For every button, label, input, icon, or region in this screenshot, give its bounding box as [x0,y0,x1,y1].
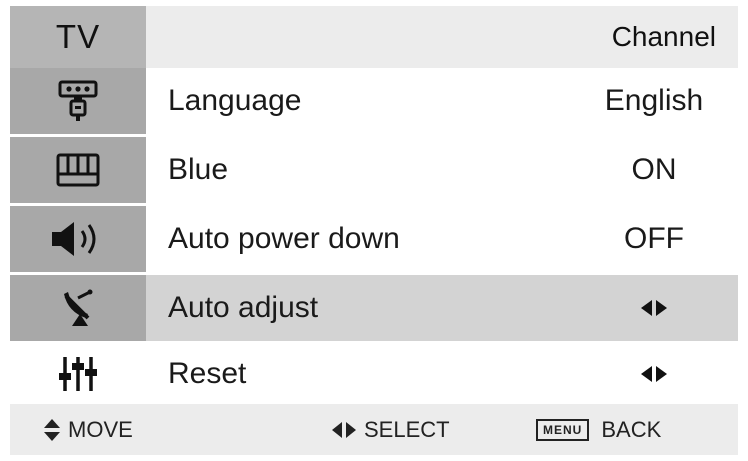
menu-item-label: Blue [168,153,229,186]
equalizer-icon [10,341,146,407]
back-label: BACK [601,416,662,442]
menu-item-reset[interactable]: Reset [10,341,738,407]
satellite-dish-icon [10,275,146,341]
menu-item-label: Auto power down [168,222,400,255]
speaker-icon [10,206,146,272]
left-right-arrows-icon [332,421,356,438]
antenna-plug-icon [10,68,146,134]
menu-item-value: ON [631,153,677,186]
keyboard-icon [10,137,146,203]
menu-item-value: English [604,84,704,117]
menu-item-blue[interactable]: Blue ON [10,137,738,203]
menu-title: Channel [611,21,716,52]
menu-item-language[interactable]: Language English [10,68,738,134]
menu-footer: MOVE SELECT MENU BACK [10,404,738,455]
move-hint: MOVE [44,404,133,455]
menu-header: TV Channel [10,6,738,68]
move-label: MOVE [68,416,133,442]
menu-item-value: OFF [624,222,684,255]
tv-label: TV [10,6,146,68]
menu-item-label: Auto adjust [168,291,319,324]
menu-key-icon: MENU [536,418,590,441]
back-hint: MENU BACK [536,404,661,455]
menu-item-label: Reset [168,357,247,390]
up-down-arrows-icon [44,418,60,441]
tv-osd-menu: TV Channel Language English Blue ON Auto… [10,6,738,455]
menu-item-auto-power-down[interactable]: Auto power down OFF [10,206,738,272]
menu-item-auto-adjust[interactable]: Auto adjust [10,275,738,341]
menu-item-label: Language [168,84,302,117]
left-right-arrows-icon [570,341,738,407]
select-label: SELECT [364,416,450,442]
left-right-arrows-icon [570,275,738,341]
select-hint: SELECT [332,404,450,455]
